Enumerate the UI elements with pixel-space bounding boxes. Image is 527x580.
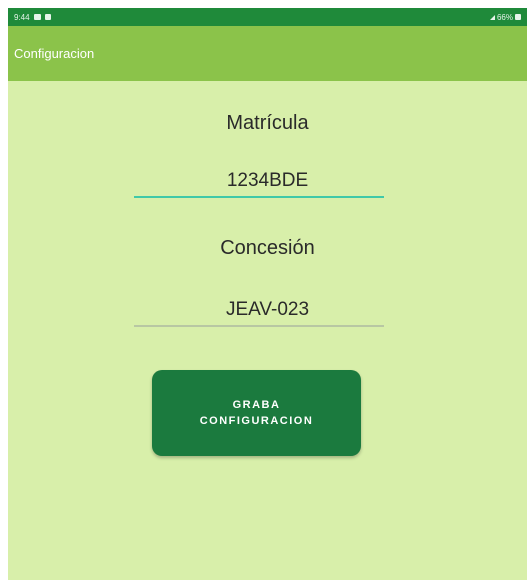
app-bar: Configuracion <box>8 26 527 81</box>
save-button-label: GRABA CONFIGURACION <box>199 398 314 428</box>
status-time: 9:44 <box>14 12 30 22</box>
battery-percent: 66% <box>496 12 513 22</box>
concession-label: Concesión <box>220 237 315 259</box>
concession-field-underline <box>134 325 384 327</box>
status-right: 66% <box>489 12 521 22</box>
status-left: 9:44 <box>14 13 51 22</box>
image-icon <box>33 14 41 20</box>
battery-icon <box>515 14 521 20</box>
sim-icon <box>44 14 51 20</box>
concession-value: JEAV-023 <box>225 299 310 320</box>
signal-icon <box>489 14 495 20</box>
plate-value: 1234BDE <box>226 170 309 191</box>
save-configuration-button[interactable]: GRABA CONFIGURACION <box>152 370 361 456</box>
plate-field-underline <box>134 196 384 198</box>
app-screen: 9:44 66% Configuracion Matrícula 1234BDE… <box>8 8 527 580</box>
app-title: Configuracion <box>14 46 95 61</box>
plate-label: Matrícula <box>226 112 309 134</box>
status-bar: 9:44 66% <box>8 8 527 26</box>
